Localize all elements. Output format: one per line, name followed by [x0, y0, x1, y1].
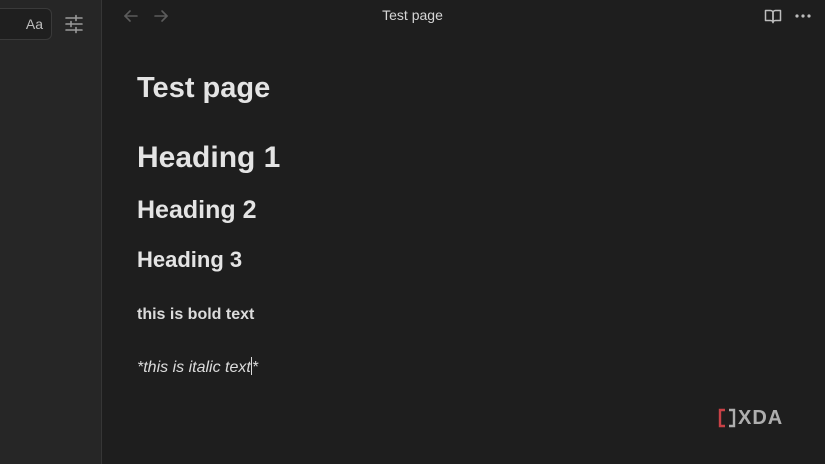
- more-horizontal-icon[interactable]: [794, 7, 812, 25]
- heading-1[interactable]: Heading 1: [137, 141, 280, 175]
- left-sidebar: Aa: [0, 0, 102, 464]
- heading-3[interactable]: Heading 3: [137, 247, 242, 273]
- italic-text-line[interactable]: *this is italic text*: [137, 357, 258, 377]
- book-open-icon[interactable]: [764, 7, 782, 25]
- app-window: Aa Test page Test page Heading 1 Heading…: [0, 0, 825, 464]
- top-bar: Test page: [102, 0, 825, 32]
- tab-title: Test page: [382, 7, 443, 23]
- watermark-text: XDA: [738, 406, 784, 429]
- xda-watermark: XDA: [718, 406, 783, 430]
- heading-2[interactable]: Heading 2: [137, 196, 256, 225]
- italic-text-after-caret: *: [251, 359, 259, 376]
- xda-logo-icon: [718, 408, 736, 428]
- page-title[interactable]: Test page: [137, 72, 270, 105]
- italic-text-before-caret: *this is italic text: [137, 359, 251, 376]
- bold-text-line[interactable]: this is bold text: [137, 306, 254, 324]
